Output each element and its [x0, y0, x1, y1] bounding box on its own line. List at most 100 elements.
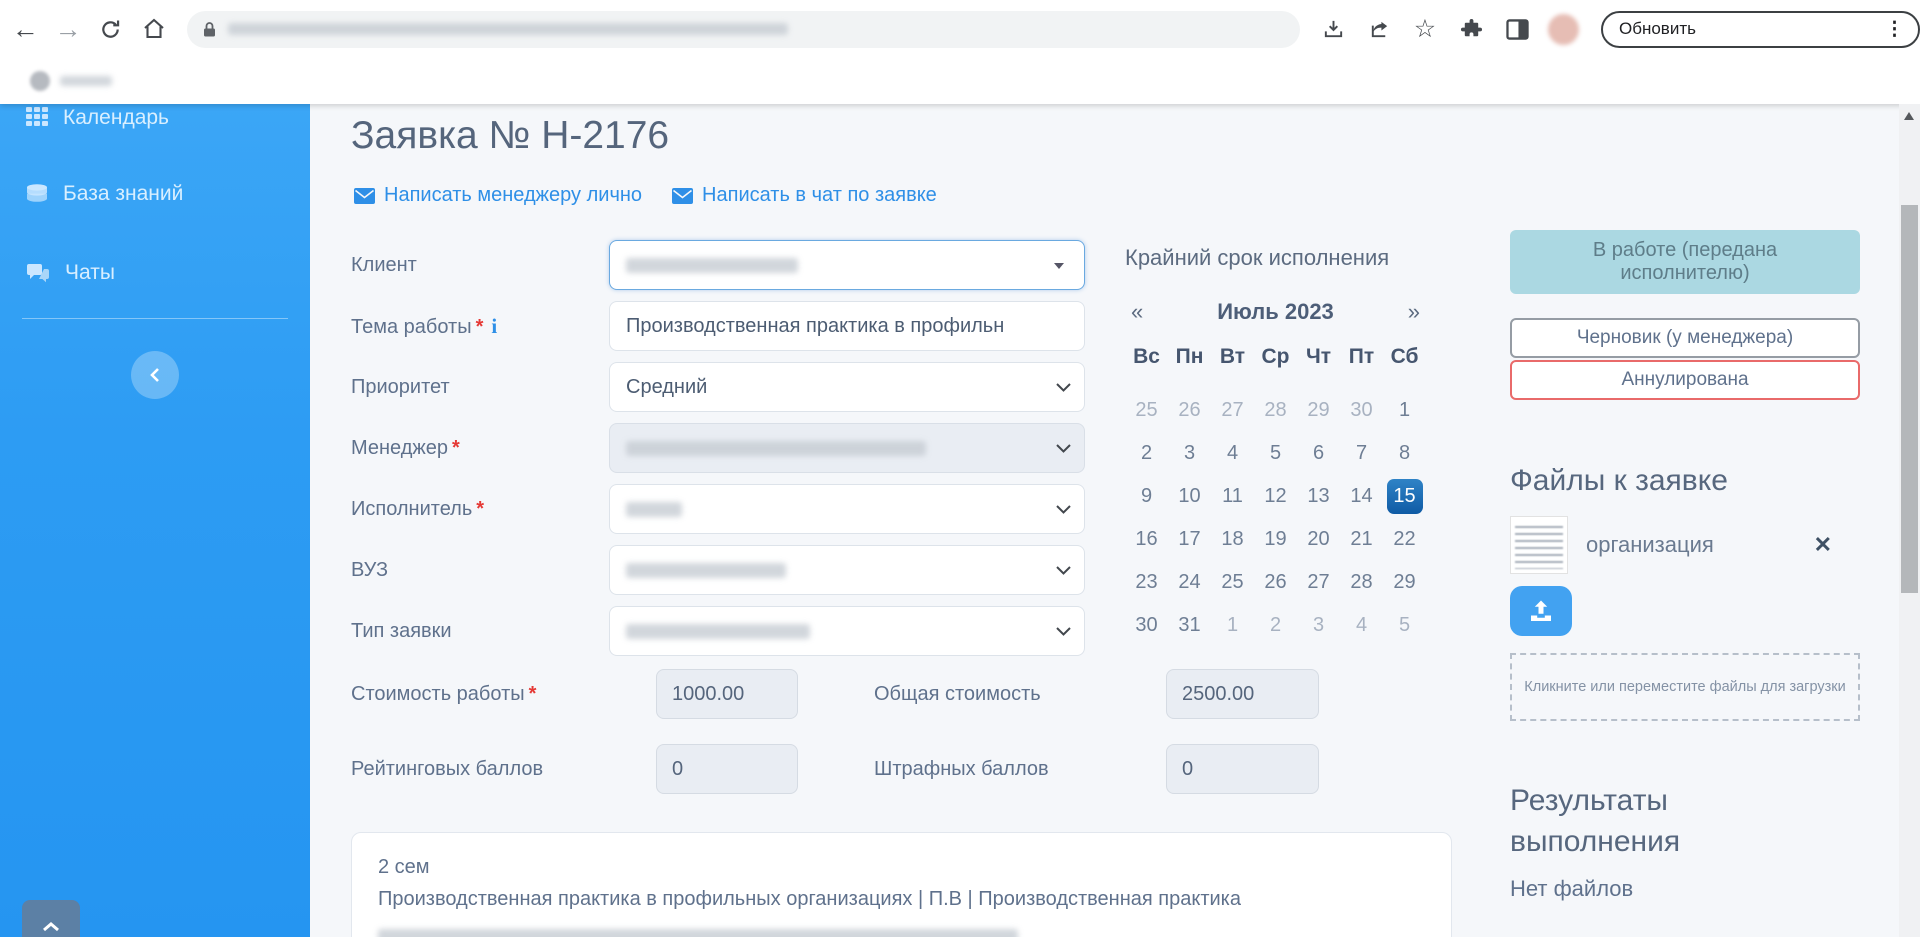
calendar-day[interactable]: 6 — [1297, 432, 1340, 475]
bookmarks-bar — [0, 58, 1920, 104]
calendar-day[interactable]: 21 — [1340, 518, 1383, 561]
page-scrollbar[interactable] — [1899, 104, 1920, 937]
calendar-day[interactable]: 14 — [1340, 475, 1383, 518]
calendar-day[interactable]: 4 — [1340, 604, 1383, 647]
required-asterisk: * — [475, 315, 484, 338]
calendar-day[interactable]: 20 — [1297, 518, 1340, 561]
penalty-points-input[interactable]: 0 — [1166, 744, 1319, 794]
file-dropzone[interactable]: Кликните или переместите файлы для загру… — [1510, 653, 1860, 721]
side-panel-button[interactable] — [1502, 14, 1532, 44]
write-manager-link[interactable]: Написать менеджеру лично — [354, 184, 642, 207]
calendar-day[interactable]: 8 — [1383, 432, 1426, 475]
calendar-day[interactable]: 18 — [1211, 518, 1254, 561]
calendar-day[interactable]: 5 — [1383, 604, 1426, 647]
calendar-day[interactable]: 25 — [1211, 561, 1254, 604]
calendar-day-selected[interactable]: 15 — [1386, 479, 1423, 514]
calendar-day[interactable]: 9 — [1125, 475, 1168, 518]
address-bar[interactable] — [186, 10, 1300, 48]
page-title: Заявка № Н-2176 — [351, 114, 670, 157]
calendar-day[interactable]: 4 — [1211, 432, 1254, 475]
topic-input[interactable] — [609, 301, 1085, 351]
sidebar-item-chats[interactable]: Чаты — [26, 261, 115, 285]
sidebar-collapse-button[interactable] — [131, 351, 179, 399]
calendar-day[interactable]: 10 — [1168, 475, 1211, 518]
calendar-day[interactable]: 3 — [1297, 604, 1340, 647]
description-textarea[interactable]: 2 сем Производственная практика в профил… — [351, 832, 1452, 937]
status-cancelled-button[interactable]: Аннулирована — [1510, 360, 1860, 400]
rating-points-input[interactable]: 0 — [656, 744, 798, 794]
scroll-top-button[interactable] — [22, 900, 80, 937]
calendar-day[interactable]: 29 — [1297, 389, 1340, 432]
calendar-day[interactable]: 2 — [1254, 604, 1297, 647]
calendar-day[interactable]: 2 — [1125, 432, 1168, 475]
manager-select[interactable] — [609, 423, 1085, 473]
star-icon: ☆ — [1413, 15, 1437, 43]
scrollbar-thumb[interactable] — [1901, 205, 1918, 593]
work-cost-input[interactable]: 1000.00 — [656, 669, 798, 719]
extensions-button[interactable] — [1456, 14, 1486, 44]
executor-select[interactable] — [609, 484, 1085, 534]
profile-avatar[interactable] — [1548, 13, 1579, 45]
calendar-prev-button[interactable]: « — [1125, 299, 1149, 325]
calendar-day[interactable]: 27 — [1211, 389, 1254, 432]
calendar-day[interactable]: 24 — [1168, 561, 1211, 604]
reload-button[interactable] — [93, 9, 128, 49]
calendar-day[interactable]: 12 — [1254, 475, 1297, 518]
calendar-day[interactable]: 28 — [1254, 389, 1297, 432]
calendar-day[interactable]: 27 — [1297, 561, 1340, 604]
back-button[interactable]: ← — [8, 9, 43, 49]
update-button[interactable]: Обновить ⋮ — [1601, 10, 1920, 48]
calendar-day[interactable]: 1 — [1211, 604, 1254, 647]
sidebar: Календарь База знаний Чаты — [0, 104, 310, 937]
status-draft-button[interactable]: Черновик (у менеджера) — [1510, 318, 1860, 358]
client-select[interactable] — [609, 240, 1085, 290]
bookmark-item[interactable] — [0, 71, 112, 91]
calendar-day[interactable]: 17 — [1168, 518, 1211, 561]
calendar-day[interactable]: 30 — [1340, 389, 1383, 432]
contact-links: Написать менеджеру лично Написать в чат … — [354, 184, 937, 207]
calendar-day[interactable]: 3 — [1168, 432, 1211, 475]
request-type-select[interactable] — [609, 606, 1085, 656]
priority-select[interactable]: Средний — [609, 362, 1085, 412]
file-name: организация — [1586, 532, 1714, 557]
description-line-redacted — [378, 929, 1018, 937]
scrollbar-up-arrow-icon[interactable] — [1904, 112, 1914, 120]
calendar-day[interactable]: 29 — [1383, 561, 1426, 604]
calendar-day[interactable]: 13 — [1297, 475, 1340, 518]
calendar-day[interactable]: 28 — [1340, 561, 1383, 604]
sidebar-item-calendar[interactable]: Календарь — [26, 106, 169, 130]
write-chat-link[interactable]: Написать в чат по заявке — [672, 184, 937, 207]
calendar-day[interactable]: 26 — [1168, 389, 1211, 432]
calendar-day[interactable]: 11 — [1211, 475, 1254, 518]
bookmark-star-button[interactable]: ☆ — [1410, 14, 1440, 44]
calendar-day[interactable]: 19 — [1254, 518, 1297, 561]
calendar-day[interactable]: 30 — [1125, 604, 1168, 647]
calendar-day[interactable]: 1 — [1383, 389, 1426, 432]
info-icon[interactable]: i — [491, 314, 497, 338]
reload-icon — [102, 19, 120, 38]
calendar-day[interactable]: 25 — [1125, 389, 1168, 432]
total-cost-input[interactable]: 2500.00 — [1166, 669, 1319, 719]
forward-button[interactable]: → — [51, 9, 86, 49]
calendar-day[interactable]: 31 — [1168, 604, 1211, 647]
remove-file-button[interactable]: ✕ — [1814, 532, 1832, 558]
calendar-day[interactable]: 5 — [1254, 432, 1297, 475]
weekday-label: Вт — [1219, 345, 1246, 368]
status-in-progress-button[interactable]: В работе (передана исполнителю) — [1510, 230, 1860, 294]
calendar-day[interactable]: 23 — [1125, 561, 1168, 604]
file-thumbnail[interactable] — [1510, 516, 1568, 574]
university-select[interactable] — [609, 545, 1085, 595]
puzzle-icon — [1460, 18, 1482, 36]
database-icon — [27, 184, 47, 202]
menu-dots-icon[interactable]: ⋮ — [1877, 18, 1912, 41]
calendar-next-button[interactable]: » — [1402, 299, 1426, 325]
calendar-day[interactable]: 26 — [1254, 561, 1297, 604]
calendar-day[interactable]: 22 — [1383, 518, 1426, 561]
upload-button[interactable] — [1510, 586, 1572, 636]
calendar-day[interactable]: 16 — [1125, 518, 1168, 561]
home-button[interactable] — [136, 9, 171, 49]
sidebar-item-knowledge-base[interactable]: База знаний — [26, 182, 183, 206]
download-button[interactable] — [1318, 14, 1348, 44]
share-button[interactable] — [1364, 14, 1394, 44]
calendar-day[interactable]: 7 — [1340, 432, 1383, 475]
